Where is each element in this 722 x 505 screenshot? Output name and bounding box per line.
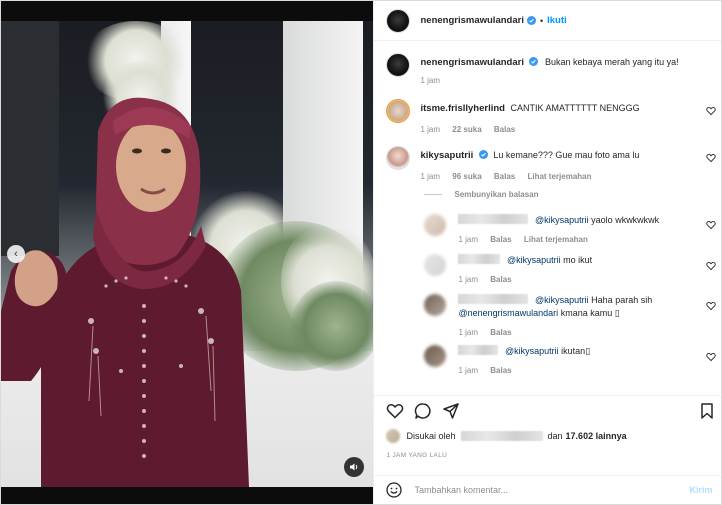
reply-mention[interactable]: @kikysaputrii [505, 346, 559, 356]
reply-mention[interactable]: @nenengrismawulandari [458, 308, 558, 318]
reply-text: kmana kamu ▯ [560, 308, 620, 318]
avatar[interactable] [424, 294, 447, 316]
verified-badge-icon [478, 150, 488, 159]
speaker-icon [350, 463, 358, 471]
reply-time: 1 jam [458, 328, 479, 337]
action-bar [374, 395, 722, 425]
post-sidebar: nenengrismawulandari • Ikuti nenengrisma… [373, 1, 722, 504]
comment-username[interactable]: kikysaputrii [420, 150, 473, 161]
header-username[interactable]: nenengrismawulandari [420, 15, 523, 26]
list-item: kikysaputrii Lu kemane??? Gue mau foto a… [386, 146, 639, 183]
hide-replies-label: Sembunyikan balasan [454, 190, 539, 199]
likes-prefix: Disukai oleh [406, 431, 456, 441]
verified-badge-icon [526, 16, 536, 25]
likes-count[interactable]: 17.602 lainnya [566, 431, 627, 441]
list-item: @kikysaputrii yaolo wkwkwkwk 1 jam Balas… [424, 214, 659, 246]
add-comment-bar: Tambahkan komentar... Kirim [374, 475, 722, 504]
reply-time: 1 jam [458, 275, 479, 284]
heart-icon[interactable] [706, 106, 717, 116]
follow-button[interactable]: Ikuti [547, 15, 567, 26]
previous-media-button[interactable]: ‹ [7, 245, 25, 263]
comment-likes[interactable]: 22 suka [452, 125, 481, 134]
reply-mention[interactable]: @kikysaputrii [535, 215, 589, 225]
caption: nenengrismawulandari Bukan kebaya merah … [386, 53, 679, 87]
list-item: @kikysaputrii ikutan▯ 1 jam Balas [424, 345, 590, 377]
comment-time: 1 jam [420, 125, 441, 134]
post-header: nenengrismawulandari • Ikuti [374, 1, 721, 41]
comment-text: CANTIK AMATTTTTT NENGGG [510, 103, 640, 113]
post-timestamp: 1 JAM YANG LALU [386, 452, 448, 459]
translate-button[interactable]: Lihat terjemahan [524, 235, 588, 244]
video-frame[interactable] [1, 21, 374, 487]
list-item: @kikysaputrii mo ikut 1 jam Balas [424, 254, 592, 286]
likes-summary[interactable]: Disukai oleh dan 17.602 lainnya [386, 429, 627, 443]
caption-time: 1 jam [420, 76, 441, 85]
avatar[interactable] [424, 254, 447, 276]
redacted-username [458, 214, 529, 224]
separator-dot: • [539, 15, 544, 26]
heart-icon[interactable] [706, 153, 717, 163]
sound-toggle-button[interactable] [344, 457, 364, 477]
redacted-username [458, 294, 529, 304]
avatar[interactable] [386, 8, 411, 33]
reply-button[interactable]: Balas [490, 366, 511, 375]
post-comment-button[interactable]: Kirim [689, 485, 712, 495]
heart-icon[interactable] [706, 352, 717, 362]
reply-button[interactable]: Balas [494, 125, 515, 134]
chevron-left-icon: ‹ [14, 247, 18, 260]
reply-button[interactable]: Balas [490, 235, 511, 244]
bookmark-icon[interactable] [698, 402, 716, 420]
post-media[interactable]: ‹ [1, 1, 374, 504]
reply-time: 1 jam [458, 366, 479, 375]
avatar[interactable] [424, 214, 447, 236]
reply-time: 1 jam [458, 235, 479, 244]
reply-mention[interactable]: @kikysaputrii [535, 295, 589, 305]
comments-list[interactable]: nenengrismawulandari Bukan kebaya merah … [374, 42, 722, 394]
heart-icon[interactable] [386, 402, 404, 420]
redacted-username [458, 345, 499, 355]
comment-username[interactable]: itsme.frisllyherlind [420, 103, 504, 114]
list-item: @kikysaputrii Haha parah sih @nenengrism… [424, 294, 652, 339]
avatar[interactable] [386, 146, 411, 170]
likes-conj: dan [547, 431, 563, 441]
comment-icon[interactable] [414, 402, 432, 420]
avatar[interactable] [424, 345, 447, 367]
caption-username[interactable]: nenengrismawulandari [420, 57, 523, 68]
emoji-icon[interactable] [386, 482, 403, 498]
hide-replies-button[interactable]: Sembunyikan balasan [424, 190, 539, 199]
comment-input[interactable]: Tambahkan komentar... [414, 485, 689, 495]
translate-button[interactable]: Lihat terjemahan [527, 172, 591, 181]
avatar[interactable] [386, 99, 411, 123]
comment-text: Lu kemane??? Gue mau foto ama lu [493, 150, 640, 160]
heart-icon[interactable] [706, 261, 717, 271]
reply-text: mo ikut [563, 255, 593, 265]
reply-text: Haha parah sih [591, 295, 653, 305]
reply-text: ikutan▯ [561, 346, 591, 356]
reply-button[interactable]: Balas [494, 172, 515, 181]
reply-mention[interactable]: @kikysaputrii [507, 255, 561, 265]
redacted-username [460, 431, 543, 441]
avatar [386, 429, 401, 443]
verified-badge-icon [529, 57, 539, 66]
reply-button[interactable]: Balas [490, 328, 511, 337]
avatar[interactable] [386, 53, 411, 77]
redacted-username [458, 254, 501, 264]
heart-icon[interactable] [706, 301, 717, 311]
share-icon[interactable] [442, 402, 460, 420]
comment-likes[interactable]: 96 suka [452, 172, 481, 181]
reply-text: yaolo wkwkwkwk [591, 215, 660, 225]
comment-time: 1 jam [420, 172, 441, 181]
reply-button[interactable]: Balas [490, 275, 511, 284]
woman-in-kebaya [1, 97, 249, 487]
caption-text: Bukan kebaya merah yang itu ya! [545, 57, 679, 67]
heart-icon[interactable] [706, 220, 717, 230]
list-item: itsme.frisllyherlind CANTIK AMATTTTTT NE… [386, 99, 640, 136]
post-dialog: ‹ nenengrismawulandari • Ikuti nenengris… [0, 0, 722, 505]
